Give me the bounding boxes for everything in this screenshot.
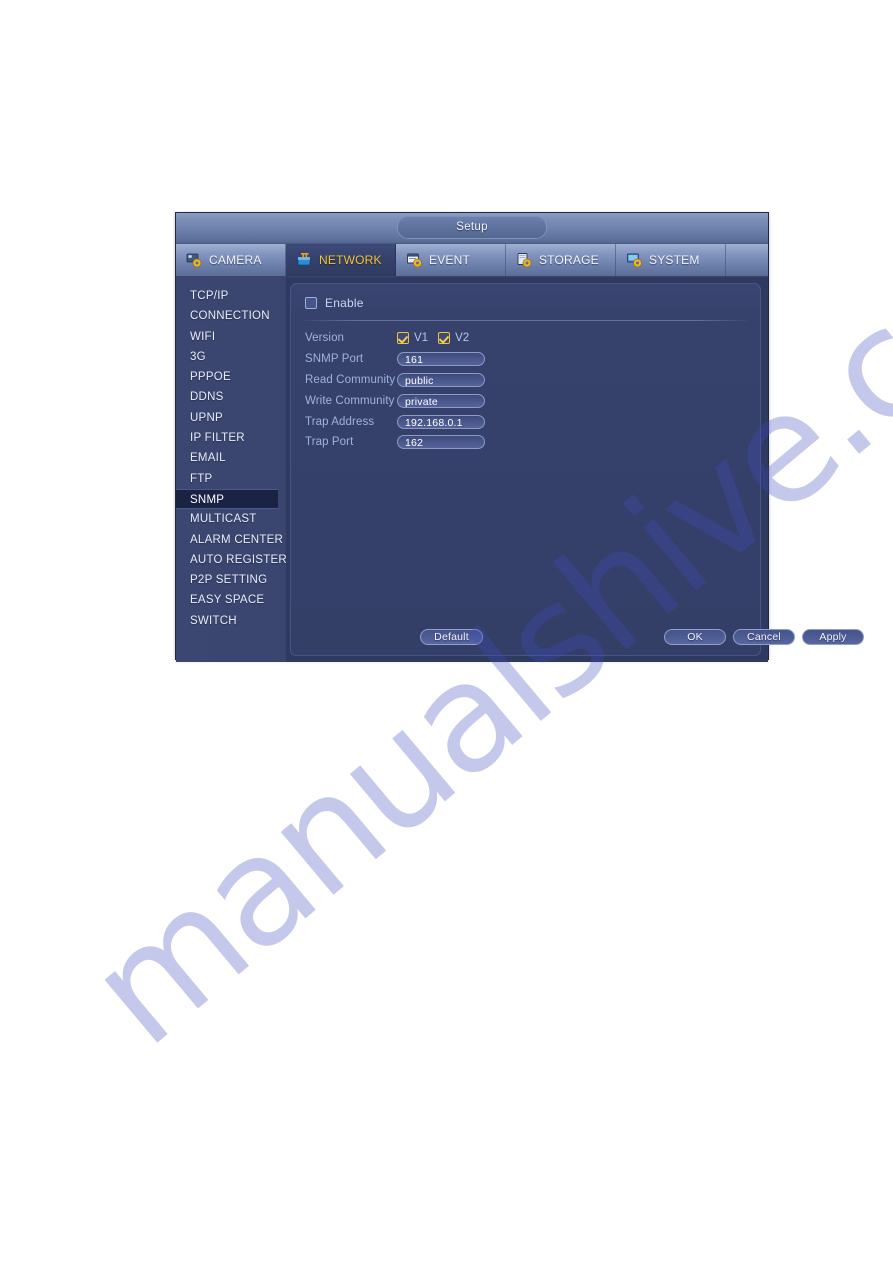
form-row-trap-address: Trap Address 192.168.0.1 [305, 411, 485, 432]
cancel-button[interactable]: Cancel [733, 629, 795, 645]
main-tab-bar: CAMERA NETWORK EVENT STORAGE SYSTEM [176, 244, 768, 277]
sidebar-item-email[interactable]: EMAIL [176, 448, 286, 468]
sidebar-item-tcpip[interactable]: TCP/IP [176, 286, 286, 306]
version-label: Version [305, 332, 345, 345]
write-community-input[interactable]: private [397, 393, 485, 408]
sidebar-item-switch[interactable]: SWITCH [176, 611, 286, 631]
trap-address-label: Trap Address [305, 415, 375, 428]
system-gear-icon [626, 252, 644, 268]
sidebar-item-wifi[interactable]: WIFI [176, 327, 286, 347]
version-v1-checkbox[interactable] [397, 332, 409, 345]
event-gear-icon [406, 252, 424, 268]
snmp-port-input[interactable]: 161 [397, 352, 485, 367]
sidebar-item-alarm-center[interactable]: ALARM CENTER [176, 530, 286, 550]
form-row-read-community: Read Community public [305, 370, 485, 391]
form-row-version: Version V1 V2 [305, 328, 485, 349]
sidebar-item-pppoe[interactable]: PPPOE [176, 367, 286, 387]
read-community-label: Read Community [305, 373, 396, 386]
sidebar-item-easy-space[interactable]: EASY SPACE [176, 590, 286, 610]
snmp-form: Version V1 V2 SNMP Port 161 Read Communi… [305, 328, 485, 453]
sidebar-item-3g[interactable]: 3G [176, 347, 286, 367]
version-v1-label: V1 [414, 332, 429, 345]
sidebar-item-p2p-setting[interactable]: P2P SETTING [176, 570, 286, 590]
version-options: V1 V2 [397, 332, 474, 345]
read-community-input[interactable]: public [397, 372, 485, 387]
sidebar-item-connection[interactable]: CONNECTION [176, 306, 286, 326]
tab-event-label: EVENT [429, 253, 471, 267]
sidebar-item-upnp[interactable]: UPNP [176, 408, 286, 428]
window-title-bar: Setup [176, 213, 768, 244]
tab-storage-label: STORAGE [539, 253, 599, 267]
version-v2-checkbox[interactable] [438, 332, 451, 345]
form-row-write-community: Write Community private [305, 390, 485, 411]
version-v2-label: V2 [455, 332, 470, 345]
camera-gear-icon [186, 252, 204, 268]
tab-system-label: SYSTEM [649, 253, 700, 267]
snmp-settings-panel: Enable Version V1 V2 SNMP Port 161 Read … [290, 283, 864, 656]
page-title: Setup [397, 216, 547, 239]
sidebar-item-multicast[interactable]: MULTICAST [176, 509, 286, 529]
tab-camera[interactable]: CAMERA [176, 244, 286, 276]
write-community-label: Write Community [305, 394, 395, 407]
ok-button[interactable]: OK [664, 629, 726, 645]
sidebar-item-snmp[interactable]: SNMP [176, 488, 278, 510]
dialog-footer: Default OK Cancel Apply [291, 629, 864, 647]
sidebar-item-ddns[interactable]: DDNS [176, 387, 286, 407]
enable-row[interactable]: Enable [305, 296, 364, 310]
sidebar-item-auto-register[interactable]: AUTO REGISTER [176, 550, 287, 570]
tab-system[interactable]: SYSTEM [616, 244, 726, 276]
trap-port-label: Trap Port [305, 436, 354, 449]
apply-button[interactable]: Apply [802, 629, 864, 645]
sidebar-item-ftp[interactable]: FTP [176, 469, 286, 489]
form-row-snmp-port: SNMP Port 161 [305, 349, 485, 370]
storage-gear-icon [516, 252, 534, 268]
trap-address-input[interactable]: 192.168.0.1 [397, 414, 485, 429]
form-row-trap-port: Trap Port 162 [305, 432, 485, 453]
setup-window: Setup CAMERA NETWORK EVENT STORAGE SYSTE… [175, 212, 864, 662]
enable-checkbox[interactable] [305, 297, 317, 309]
tab-network[interactable]: NETWORK [286, 244, 396, 276]
tab-storage[interactable]: STORAGE [506, 244, 616, 276]
network-icon [296, 252, 314, 268]
tab-network-label: NETWORK [319, 253, 382, 267]
sidebar-item-ip-filter[interactable]: IP FILTER [176, 428, 286, 448]
trap-port-input[interactable]: 162 [397, 435, 485, 450]
default-button[interactable]: Default [420, 629, 483, 645]
network-sidebar: TCP/IP CONNECTION WIFI 3G PPPOE DDNS UPN… [176, 277, 287, 662]
tab-event[interactable]: EVENT [396, 244, 506, 276]
enable-label: Enable [325, 296, 364, 310]
section-divider [303, 320, 748, 321]
tab-camera-label: CAMERA [209, 253, 262, 267]
dialog-body: TCP/IP CONNECTION WIFI 3G PPPOE DDNS UPN… [176, 277, 864, 662]
snmp-port-label: SNMP Port [305, 353, 364, 366]
